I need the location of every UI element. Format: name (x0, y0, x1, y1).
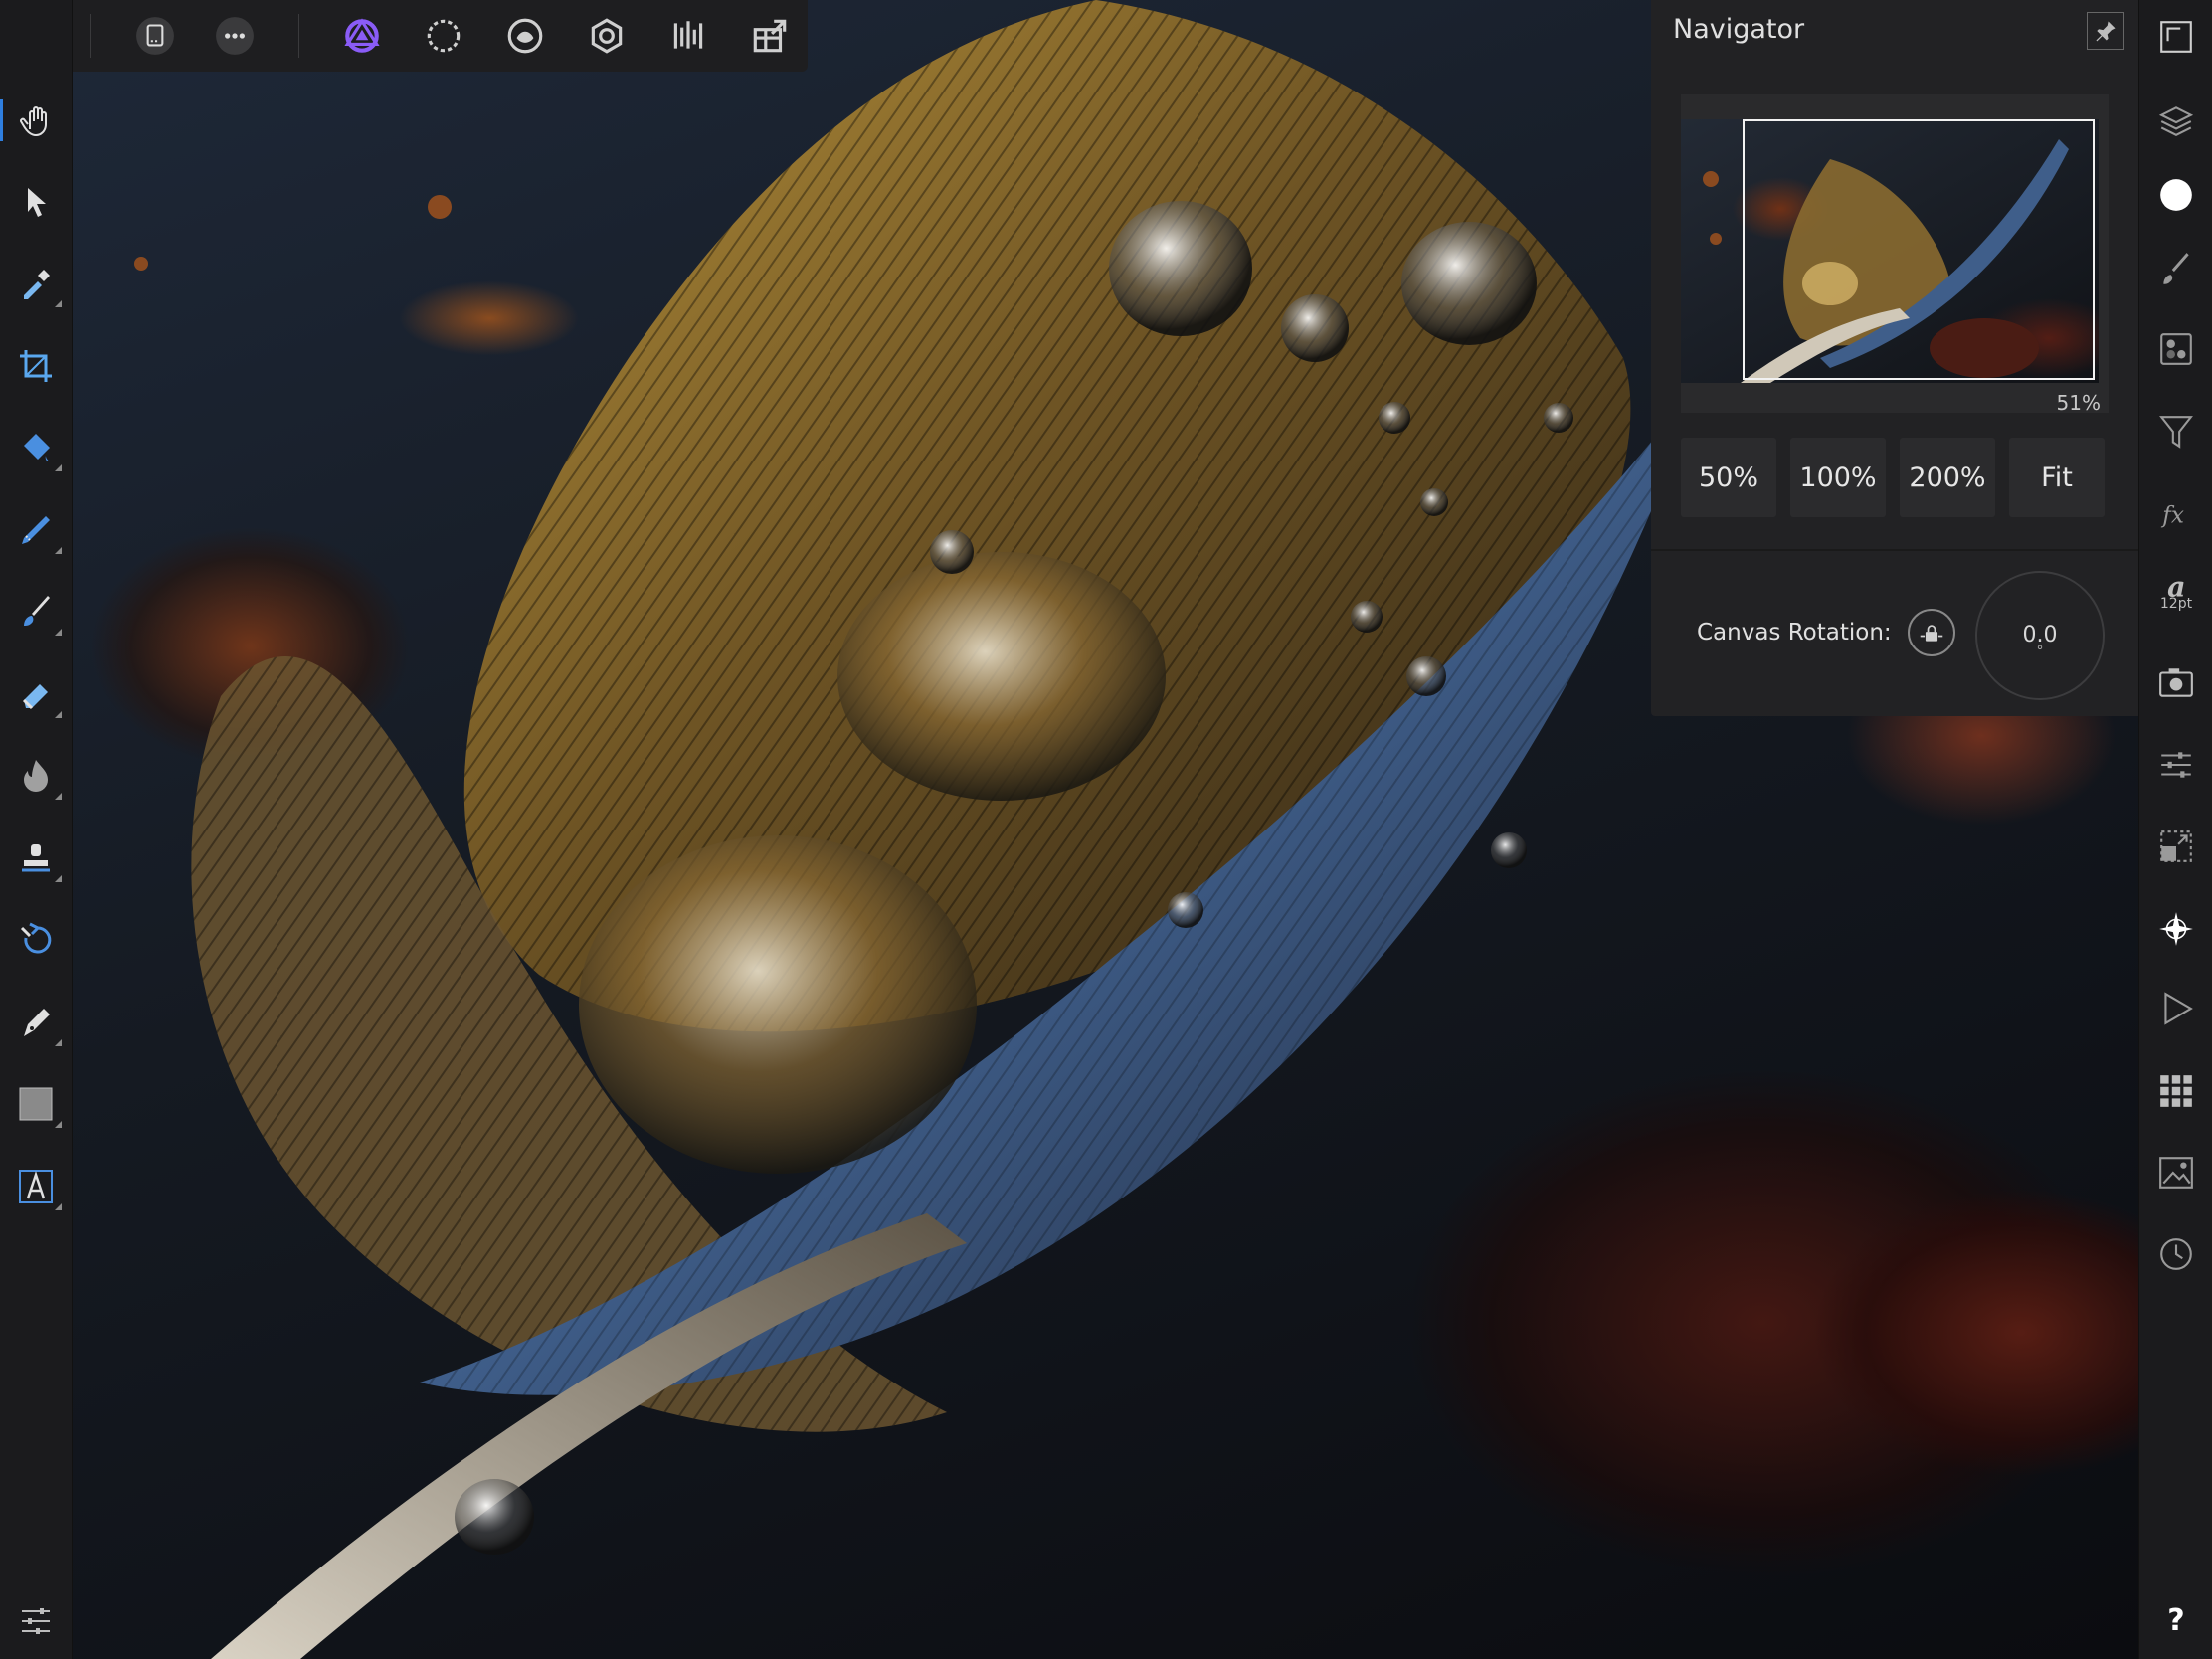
svg-text:fx: fx (2160, 501, 2184, 528)
photo-persona-icon[interactable] (336, 10, 388, 62)
view-tool-icon[interactable] (8, 92, 64, 147)
panel-divider (1651, 549, 2138, 551)
move-tool-icon[interactable] (8, 174, 64, 230)
dodge-burn-icon[interactable] (8, 748, 64, 804)
navigator-thumbnail (1681, 119, 2099, 383)
top-toolbar (0, 0, 808, 72)
transform-icon[interactable] (2147, 818, 2205, 875)
navigator-preview[interactable]: 51% (1681, 94, 2109, 415)
zoom-fit-button[interactable]: Fit (2009, 438, 2105, 517)
liquify-persona-icon[interactable] (499, 10, 551, 62)
canvas-rotation-unit: ° (2036, 643, 2044, 659)
macro-play-icon[interactable] (2147, 980, 2205, 1037)
rotation-lock-icon[interactable] (1908, 609, 1955, 656)
snapshots-icon[interactable] (2147, 653, 2205, 711)
tools-panel (0, 0, 73, 1659)
pen-tool-icon[interactable] (8, 995, 64, 1050)
adjustments-icon[interactable] (2147, 736, 2205, 794)
flood-fill-icon[interactable] (8, 420, 64, 475)
canvas-rotation-dial[interactable]: 0.0 ° (1975, 571, 2105, 700)
zoom-200-button[interactable]: 200% (1900, 438, 1995, 517)
channels-icon[interactable] (2147, 320, 2205, 378)
fullscreen-icon[interactable] (2147, 8, 2205, 66)
navigator-zoom-percent: 51% (2056, 391, 2101, 415)
export-persona-icon[interactable] (744, 10, 796, 62)
tool-settings-icon[interactable] (8, 1593, 64, 1649)
zoom-100-button[interactable]: 100% (1790, 438, 1886, 517)
text-tool-icon[interactable] (8, 1159, 64, 1214)
text-style-icon[interactable]: a 12pt (2147, 562, 2205, 620)
paint-brush-icon[interactable] (8, 584, 64, 640)
selection-persona-icon[interactable] (418, 10, 469, 62)
brushes-icon[interactable] (2147, 241, 2205, 298)
selection-brush-icon[interactable] (8, 502, 64, 558)
effects-icon[interactable]: fx (2147, 485, 2205, 543)
layers-icon[interactable] (2147, 92, 2205, 149)
pin-icon[interactable] (2087, 12, 2124, 50)
swatches-icon[interactable] (2147, 1062, 2205, 1120)
document-icon[interactable] (129, 10, 181, 62)
text-style-size: 12pt (2159, 596, 2193, 612)
studio-panel-bar: fx a 12pt ? (2138, 0, 2212, 1659)
crop-icon[interactable] (8, 338, 64, 394)
undo-brush-icon[interactable] (8, 912, 64, 968)
color-picker-icon[interactable] (8, 256, 64, 311)
color-icon[interactable] (2147, 166, 2205, 224)
navigator-panel: Navigator 51% 50% 100% 200% Fit Canvas R… (1651, 0, 2138, 716)
navigator-view-rectangle[interactable] (1743, 119, 2095, 380)
help-button[interactable]: ? (2147, 1591, 2205, 1649)
clone-stamp-icon[interactable] (8, 830, 64, 886)
navigator-icon[interactable] (2147, 900, 2205, 958)
erase-brush-icon[interactable] (8, 666, 64, 722)
history-icon[interactable] (2147, 1225, 2205, 1283)
stock-icon[interactable] (2147, 1144, 2205, 1201)
develop-persona-icon[interactable] (581, 10, 633, 62)
more-icon[interactable] (209, 10, 261, 62)
navigator-title: Navigator (1673, 14, 1805, 45)
shape-tool-icon[interactable] (8, 1076, 64, 1132)
zoom-50-button[interactable]: 50% (1681, 438, 1776, 517)
tone-mapping-persona-icon[interactable] (662, 10, 714, 62)
filters-icon[interactable] (2147, 403, 2205, 461)
canvas-rotation-label: Canvas Rotation: (1697, 620, 1892, 645)
